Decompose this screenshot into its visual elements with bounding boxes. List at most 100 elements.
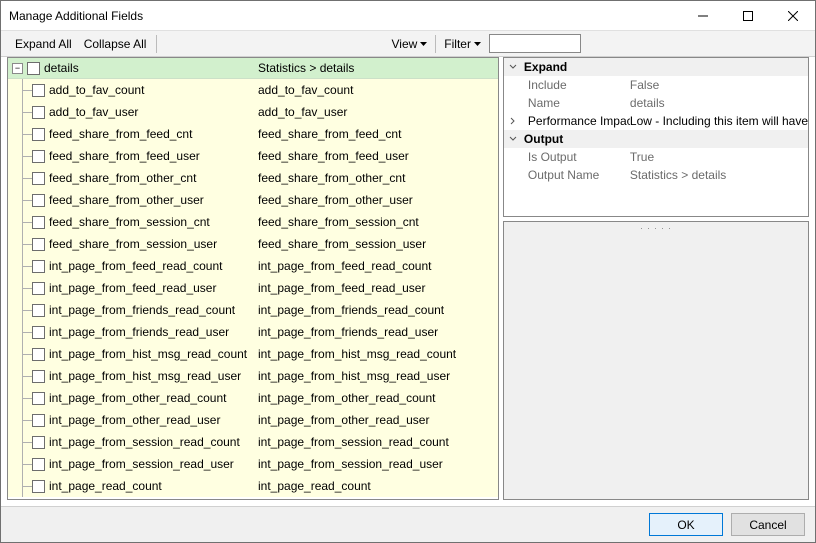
tree-row[interactable]: int_page_from_session_read_userint_page_… [8, 453, 498, 475]
tree-row[interactable]: int_page_from_session_read_countint_page… [8, 431, 498, 453]
prop-label: Performance Impact [522, 114, 630, 128]
tree-line [12, 365, 32, 387]
tree-row[interactable]: int_page_read_countint_page_read_count [8, 475, 498, 497]
row-checkbox[interactable] [32, 106, 45, 119]
row-name: int_page_from_feed_read_count [49, 259, 222, 273]
tree-row[interactable]: int_page_from_friends_read_userint_page_… [8, 321, 498, 343]
tree-row[interactable]: int_page_from_other_read_count int_page_f… [8, 387, 498, 409]
row-stat: feed_share_from_session_cnt [258, 215, 498, 229]
row-checkbox[interactable] [32, 304, 45, 317]
tree-row[interactable]: feed_share_from_session_cntfeed_share_fr… [8, 211, 498, 233]
tree-row[interactable]: int_page_from_friends_read_countint_page… [8, 299, 498, 321]
tree-row[interactable]: int_page_from_hist_msg_read_userint_page… [8, 365, 498, 387]
row-checkbox[interactable] [32, 282, 45, 295]
tree-row[interactable]: add_to_fav_useradd_to_fav_user [8, 101, 498, 123]
row-name: int_page_from_other_read_user [49, 413, 220, 427]
tree-line [12, 79, 32, 101]
tree-group-header[interactable]: − details Statistics > details [8, 58, 498, 79]
row-checkbox[interactable] [32, 414, 45, 427]
row-name: feed_share_from_other_user [49, 193, 204, 207]
row-stat: feed_share_from_other_cnt [258, 171, 498, 185]
row-name: int_page_from_session_read_user [49, 457, 234, 471]
row-stat: int_page_from_other_read_count [258, 391, 498, 405]
titlebar: Manage Additional Fields [1, 1, 815, 31]
row-stat: int_page_from_hist_msg_read_count [258, 347, 498, 361]
group-checkbox[interactable] [27, 62, 40, 75]
tree-line [12, 145, 32, 167]
tree-line [12, 299, 32, 321]
group-expand-label: Expand [522, 60, 630, 74]
prop-value: True [630, 150, 808, 164]
close-button[interactable] [770, 1, 815, 30]
filter-input[interactable] [489, 34, 581, 53]
tree-line [12, 431, 32, 453]
maximize-icon [743, 11, 753, 21]
minimize-button[interactable] [680, 1, 725, 30]
row-checkbox[interactable] [32, 326, 45, 339]
tree-line [12, 211, 32, 233]
row-checkbox[interactable] [32, 172, 45, 185]
tree-row[interactable]: feed_share_from_feed_userfeed_share_from… [8, 145, 498, 167]
collapse-all-button[interactable]: Collapse All [78, 37, 153, 51]
row-checkbox[interactable] [32, 392, 45, 405]
window-buttons [680, 1, 815, 30]
row-checkbox[interactable] [32, 458, 45, 471]
prop-value[interactable]: False [630, 78, 808, 92]
expand-all-button[interactable]: Expand All [9, 37, 78, 51]
splitter-grip[interactable]: . . . . . [640, 221, 672, 231]
tree-row[interactable]: int_page_from_feed_read_userint_page_fro… [8, 277, 498, 299]
row-name: int_page_from_other_read_count [49, 391, 226, 405]
tree-scroll[interactable]: − details Statistics > details add_to_fa… [8, 58, 498, 499]
cancel-button[interactable]: Cancel [731, 513, 805, 536]
row-checkbox[interactable] [32, 348, 45, 361]
prop-value: Low - Including this item will have [630, 114, 808, 128]
row-stat: feed_share_from_session_user [258, 237, 498, 251]
separator [156, 35, 157, 53]
row-checkbox[interactable] [32, 238, 45, 251]
tree-line [12, 255, 32, 277]
view-dropdown[interactable]: View [387, 37, 431, 51]
row-checkbox[interactable] [32, 260, 45, 273]
tree-line [12, 321, 32, 343]
row-name: feed_share_from_other_cnt [49, 171, 196, 185]
view-label: View [391, 37, 417, 51]
expand-toggle[interactable] [504, 63, 522, 71]
row-checkbox[interactable] [32, 194, 45, 207]
tree-line [12, 167, 32, 189]
row-checkbox[interactable] [32, 150, 45, 163]
row-checkbox[interactable] [32, 480, 45, 493]
tree-row[interactable]: feed_share_from_other_cnt feed_share_from… [8, 167, 498, 189]
row-checkbox[interactable] [32, 436, 45, 449]
row-name: add_to_fav_count [49, 83, 144, 97]
row-stat: int_page_from_hist_msg_read_user [258, 369, 498, 383]
row-checkbox[interactable] [32, 370, 45, 383]
row-checkbox[interactable] [32, 84, 45, 97]
filter-dropdown[interactable]: Filter [440, 37, 485, 51]
body: − details Statistics > details add_to_fa… [1, 57, 815, 506]
tree-row[interactable]: int_page_from_feed_read_countint_page_fr… [8, 255, 498, 277]
maximize-button[interactable] [725, 1, 770, 30]
tree-line [12, 189, 32, 211]
properties-panel: Expand Include False Name details [503, 57, 809, 217]
row-stat: int_page_from_friends_read_user [258, 325, 498, 339]
tree-row[interactable]: feed_share_from_session_userfeed_share_f… [8, 233, 498, 255]
tree-row[interactable]: feed_share_from_feed_cntfeed_share_from_… [8, 123, 498, 145]
prop-label: Include [522, 78, 630, 92]
row-checkbox[interactable] [32, 128, 45, 141]
row-checkbox[interactable] [32, 216, 45, 229]
expand-toggle[interactable] [504, 135, 522, 143]
collapse-toggle[interactable]: − [12, 63, 23, 74]
tree-row[interactable]: int_page_from_hist_msg_read_countint_pag… [8, 343, 498, 365]
ok-button[interactable]: OK [649, 513, 723, 536]
tree-line [12, 233, 32, 255]
expand-toggle[interactable] [504, 117, 522, 125]
fields-tree: − details Statistics > details add_to_fa… [7, 57, 499, 500]
row-name: feed_share_from_feed_user [49, 149, 200, 163]
tree-row[interactable]: add_to_fav_countadd_to_fav_count [8, 79, 498, 101]
tree-line [12, 387, 32, 409]
tree-row[interactable]: int_page_from_other_read_userint_page_fr… [8, 409, 498, 431]
tree-row[interactable]: feed_share_from_other_userfeed_share_fro… [8, 189, 498, 211]
tree-line [12, 101, 32, 123]
minimize-icon [698, 11, 708, 21]
row-stat: int_page_read_count [258, 479, 498, 493]
